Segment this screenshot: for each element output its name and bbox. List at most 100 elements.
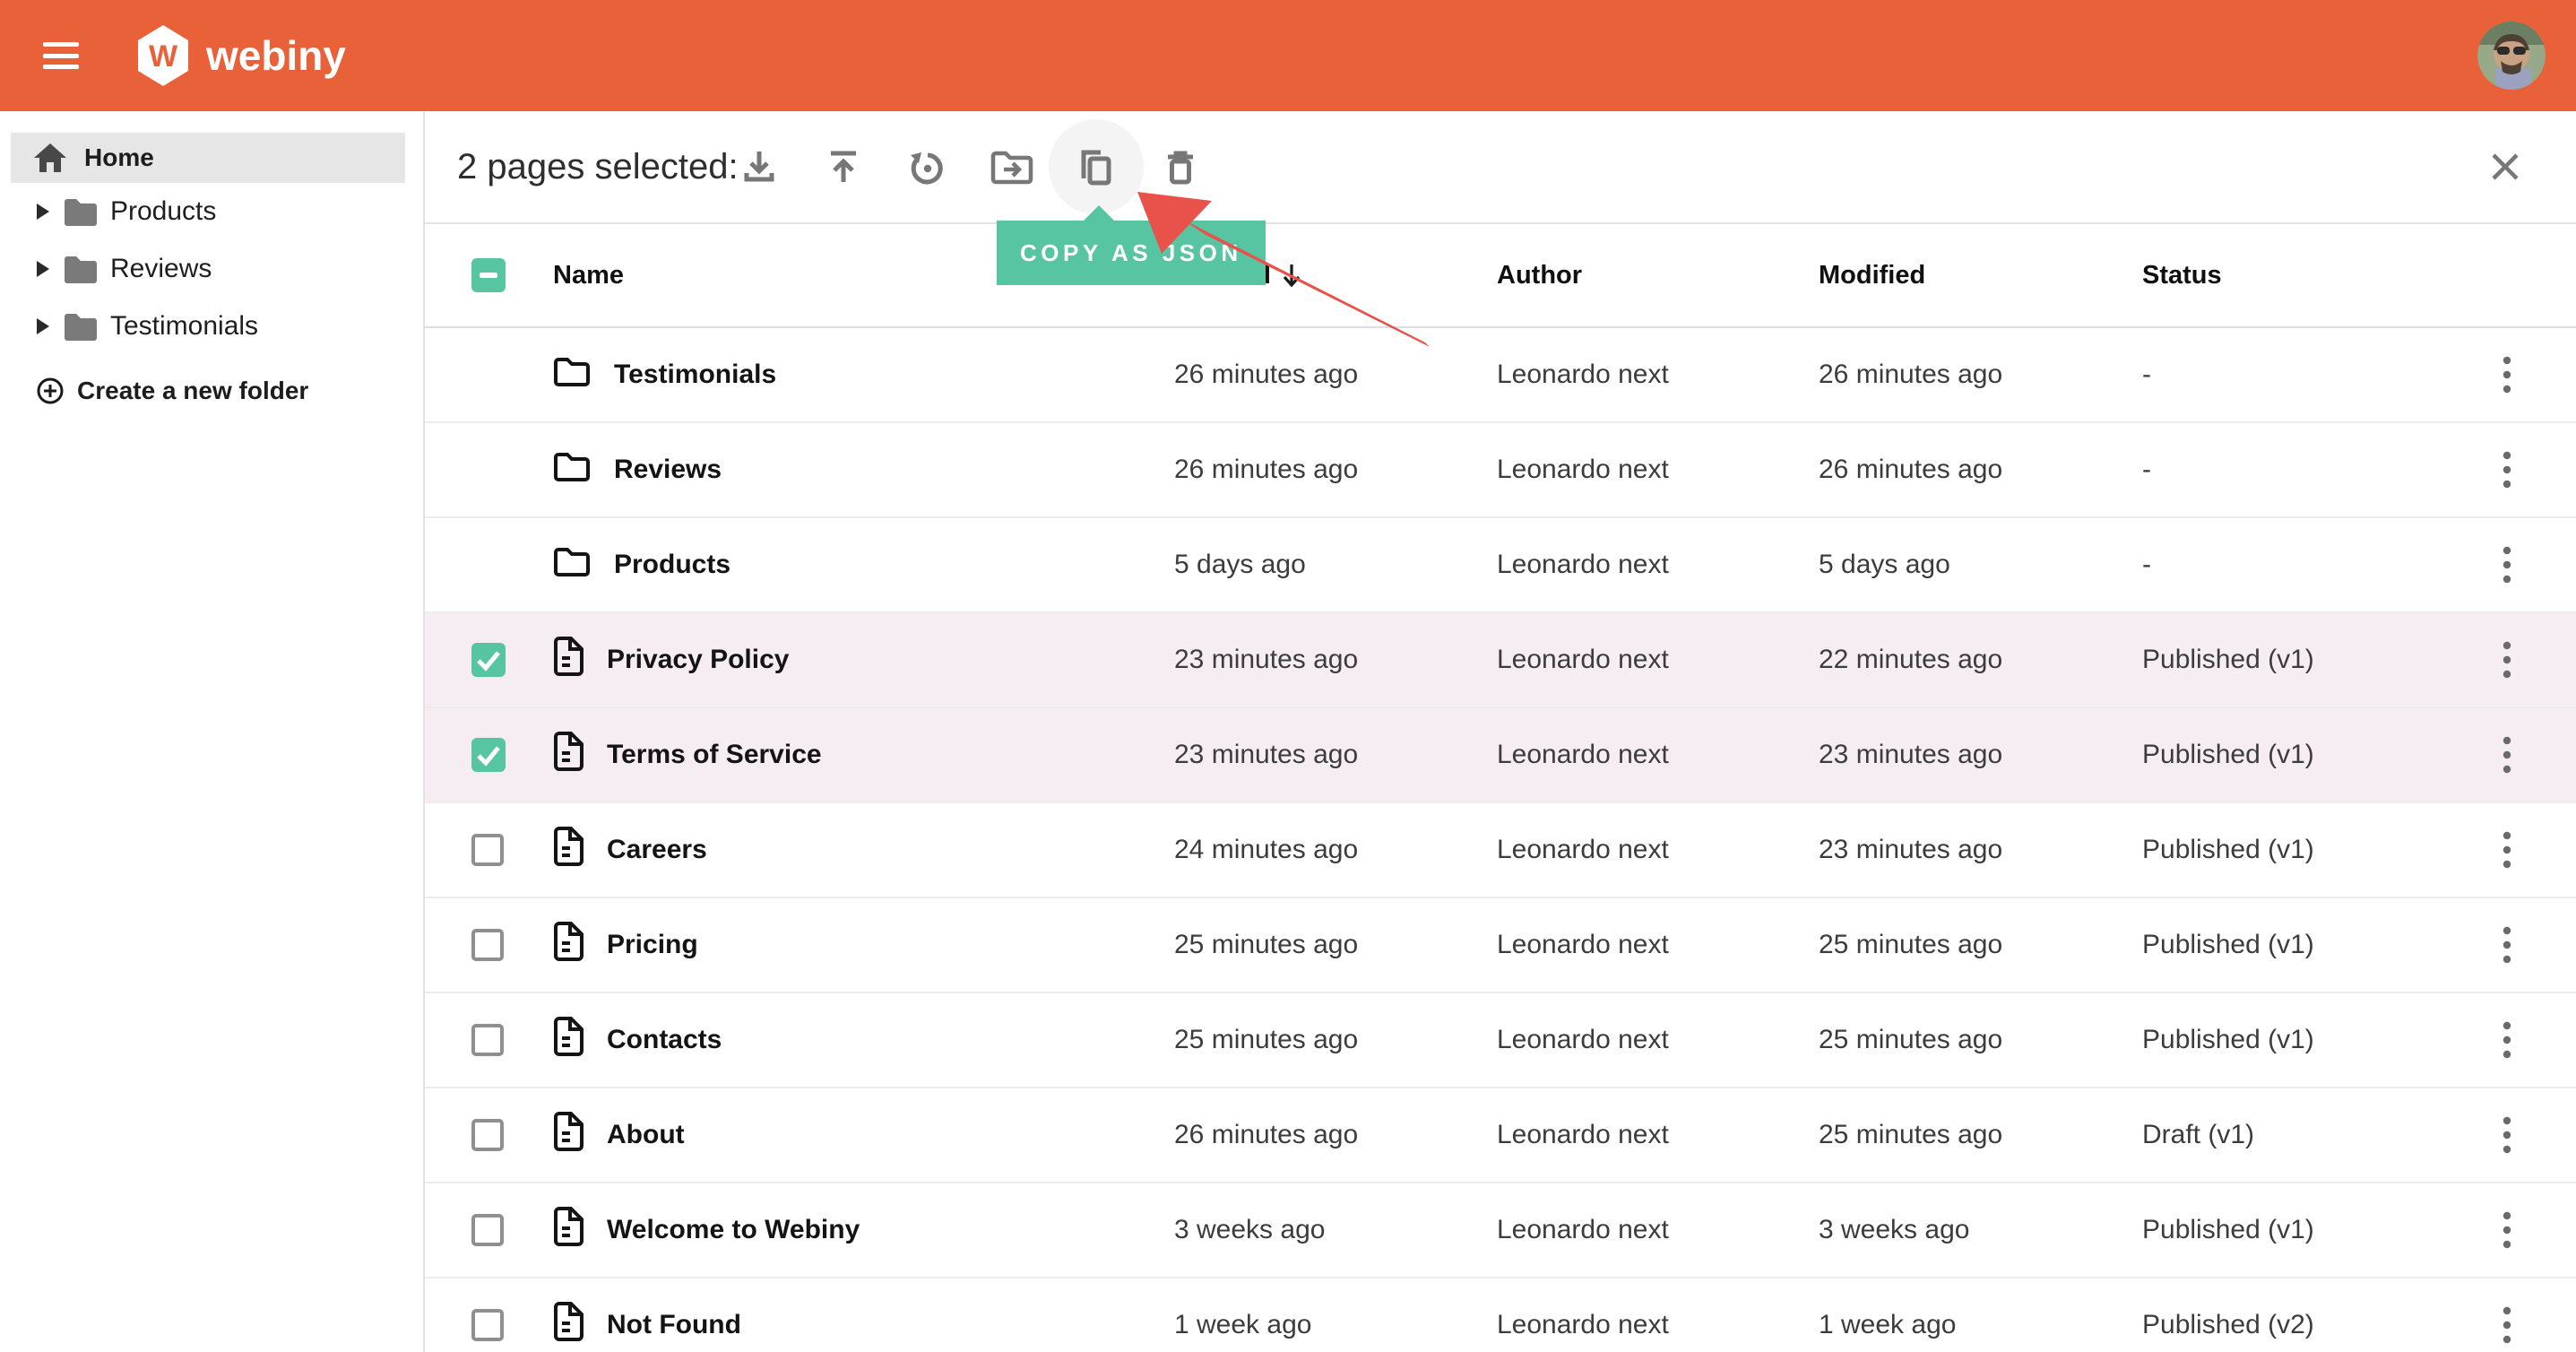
select-all-checkbox[interactable] [471,258,506,292]
row-status: Published (v2) [2142,1310,2438,1340]
caret-right-icon[interactable] [37,204,51,220]
row-status: - [2142,455,2438,485]
kebab-menu-icon[interactable] [2490,1203,2524,1257]
row-name: Not Found [607,1310,741,1340]
row-checkbox[interactable] [471,1309,504,1341]
move-to-folder-icon[interactable] [970,125,1054,209]
row-modified: 23 minutes ago [1819,835,2142,865]
kebab-menu-icon[interactable] [2490,1013,2524,1067]
row-checkbox[interactable] [471,834,504,866]
row-checkbox[interactable] [471,1024,504,1056]
brand-name: webiny [206,31,346,80]
create-new-folder-button[interactable]: Create a new folder [0,366,423,416]
home-icon [32,142,68,174]
sidebar-folder-label: Reviews [110,254,212,284]
document-icon [553,827,583,873]
row-modified: 22 minutes ago [1819,645,2142,675]
row-author: Leonardo next [1497,835,1819,865]
row-status: Published (v1) [2142,645,2438,675]
table-row[interactable]: About 26 minutes ago Leonardo next 25 mi… [425,1088,2576,1183]
copy-icon[interactable] [1054,125,1138,209]
publish-icon[interactable] [801,125,886,209]
kebab-menu-icon[interactable] [2490,918,2524,972]
document-icon [553,1017,583,1063]
row-author: Leonardo next [1497,550,1819,580]
row-checkbox[interactable] [471,738,506,772]
row-status: - [2142,360,2438,390]
row-author: Leonardo next [1497,930,1819,960]
caret-right-icon[interactable] [37,318,51,334]
column-header-status[interactable]: Status [2142,261,2438,290]
sidebar-item-home[interactable]: Home [11,133,405,183]
close-icon[interactable] [2491,152,2520,181]
kebab-menu-icon[interactable] [2490,538,2524,592]
row-author: Leonardo next [1497,645,1819,675]
table-row[interactable]: Reviews 26 minutes ago Leonardo next 26 … [425,423,2576,518]
restore-icon[interactable] [886,125,970,209]
row-created: 26 minutes ago [1174,360,1497,390]
row-status: Published (v1) [2142,740,2438,770]
kebab-menu-icon[interactable] [2490,1298,2524,1352]
sidebar-home-label: Home [84,143,154,172]
table-row[interactable]: Testimonials 26 minutes ago Leonardo nex… [425,328,2576,423]
row-created: 24 minutes ago [1174,835,1497,865]
avatar[interactable] [2477,22,2546,90]
row-name: About [607,1120,685,1150]
table-header: Name Created Author Modified Status [425,224,2576,328]
row-created: 1 week ago [1174,1310,1497,1340]
kebab-menu-icon[interactable] [2490,823,2524,877]
plus-circle-icon [36,377,65,405]
download-icon[interactable] [717,125,801,209]
row-author: Leonardo next [1497,455,1819,485]
table-row[interactable]: Pricing 25 minutes ago Leonardo next 25 … [425,898,2576,993]
sidebar-item-testimonials[interactable]: Testimonials [0,298,423,355]
row-status: Draft (v1) [2142,1120,2438,1150]
svg-text:W: W [149,39,178,74]
row-created: 26 minutes ago [1174,455,1497,485]
kebab-menu-icon[interactable] [2490,1108,2524,1162]
row-checkbox[interactable] [471,929,504,961]
kebab-menu-icon[interactable] [2490,728,2524,782]
folder-icon [553,545,591,585]
row-checkbox[interactable] [471,643,506,677]
table-row[interactable]: Contacts 25 minutes ago Leonardo next 25… [425,993,2576,1088]
table-row[interactable]: Terms of Service 23 minutes ago Leonardo… [425,708,2576,803]
row-created: 25 minutes ago [1174,930,1497,960]
sidebar-item-reviews[interactable]: Reviews [0,240,423,298]
column-header-author[interactable]: Author [1497,261,1819,290]
row-modified: 5 days ago [1819,550,2142,580]
table-row[interactable]: Privacy Policy 23 minutes ago Leonardo n… [425,613,2576,708]
row-checkbox[interactable] [471,1119,504,1151]
table-body: Testimonials 26 minutes ago Leonardo nex… [425,328,2576,1352]
tooltip-pointer [1083,205,1115,221]
hamburger-menu-icon[interactable] [43,42,79,69]
row-author: Leonardo next [1497,360,1819,390]
row-status: - [2142,550,2438,580]
row-author: Leonardo next [1497,740,1819,770]
table-row[interactable]: Careers 24 minutes ago Leonardo next 23 … [425,803,2576,898]
row-name: Reviews [614,455,722,485]
sidebar-item-products[interactable]: Products [0,183,423,240]
table-row[interactable]: Welcome to Webiny 3 weeks ago Leonardo n… [425,1183,2576,1278]
row-checkbox[interactable] [471,1214,504,1246]
kebab-menu-icon[interactable] [2490,633,2524,687]
row-status: Published (v1) [2142,1025,2438,1055]
row-status: Published (v1) [2142,1215,2438,1245]
document-icon [553,1302,583,1348]
row-modified: 26 minutes ago [1819,360,2142,390]
table-row[interactable]: Products 5 days ago Leonardo next 5 days… [425,518,2576,613]
row-modified: 26 minutes ago [1819,455,2142,485]
kebab-menu-icon[interactable] [2490,443,2524,497]
row-created: 26 minutes ago [1174,1120,1497,1150]
kebab-menu-icon[interactable] [2490,348,2524,402]
delete-icon[interactable] [1138,125,1223,209]
folder-icon [63,312,99,341]
selection-toolbar: 2 pages selected: [425,111,2576,224]
table-row[interactable]: Not Found 1 week ago Leonardo next 1 wee… [425,1278,2576,1352]
column-header-modified[interactable]: Modified [1819,261,2142,290]
caret-right-icon[interactable] [37,261,51,277]
row-name: Privacy Policy [607,645,789,675]
row-status: Published (v1) [2142,835,2438,865]
row-modified: 25 minutes ago [1819,1120,2142,1150]
row-name: Welcome to Webiny [607,1215,860,1245]
